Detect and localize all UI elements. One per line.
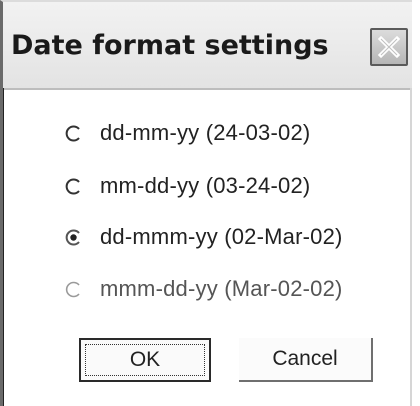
focus-rectangle xyxy=(85,344,205,376)
option-mmm-dd-yy[interactable]: mmm-dd-yy (Mar-02-02) xyxy=(65,272,343,306)
ok-button[interactable]: OK xyxy=(79,338,211,382)
option-label: dd-mm-yy (24-03-02) xyxy=(100,120,311,145)
window-edge xyxy=(410,88,412,406)
close-button[interactable] xyxy=(370,28,408,66)
option-mm-dd-yy[interactable]: mm-dd-yy (03-24-02) xyxy=(65,169,310,203)
option-dd-mm-yy[interactable]: dd-mm-yy (24-03-02) xyxy=(65,116,310,150)
radio-button[interactable] xyxy=(65,178,82,195)
date-format-dialog: Date format settings dd-mm-yy (24-03-02)… xyxy=(0,0,412,406)
radio-button[interactable] xyxy=(65,125,82,142)
option-label: mmm-dd-yy (Mar-02-02) xyxy=(100,276,343,301)
radio-button[interactable] xyxy=(65,281,82,298)
radio-button-selected[interactable] xyxy=(65,229,82,246)
option-label: mm-dd-yy (03-24-02) xyxy=(100,173,311,198)
cancel-button-label: Cancel xyxy=(272,347,338,370)
option-dd-mmm-yy[interactable]: dd-mmm-yy (02-Mar-02) xyxy=(65,220,343,254)
dialog-title: Date format settings xyxy=(11,30,329,61)
option-label: dd-mmm-yy (02-Mar-02) xyxy=(100,224,343,249)
cancel-button[interactable]: Cancel xyxy=(239,338,373,382)
close-icon xyxy=(377,35,401,59)
title-bar[interactable]: Date format settings xyxy=(3,2,412,90)
